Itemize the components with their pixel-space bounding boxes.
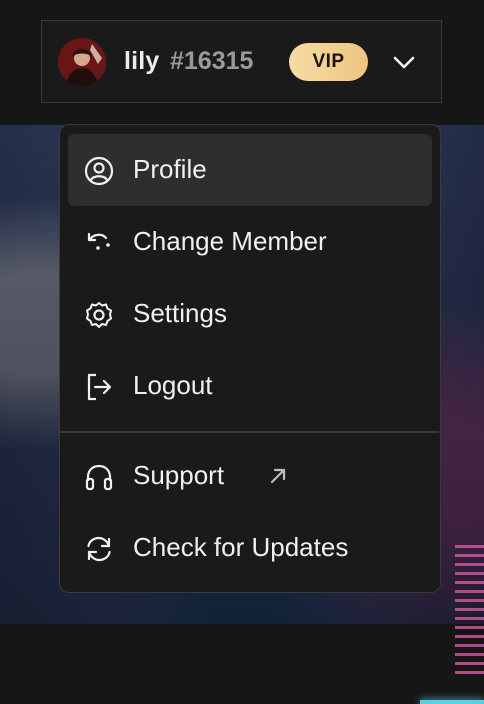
avatar xyxy=(58,38,106,86)
neon-light xyxy=(420,700,484,704)
menu-item-label: Check for Updates xyxy=(133,532,349,562)
top-bar: lily #16315 VIP xyxy=(0,0,484,125)
menu-item-support[interactable]: Support xyxy=(68,440,432,512)
menu-item-settings[interactable]: Settings xyxy=(68,278,432,350)
menu-item-label: Settings xyxy=(133,298,227,328)
menu-item-check-updates[interactable]: Check for Updates xyxy=(68,512,432,584)
undo-arrow-icon xyxy=(84,228,114,258)
menu-divider xyxy=(60,431,439,433)
menu-item-label: Logout xyxy=(133,370,213,400)
menu-item-label: Support xyxy=(133,460,225,490)
logout-icon xyxy=(84,372,114,402)
external-arrow-icon xyxy=(267,465,289,487)
menu-item-logout[interactable]: Logout xyxy=(68,350,432,422)
refresh-icon xyxy=(84,534,114,564)
username: lily xyxy=(124,47,160,75)
menu-item-label: Change Member xyxy=(133,226,327,256)
chevron-down-icon[interactable] xyxy=(391,49,417,75)
vip-badge: VIP xyxy=(289,43,368,81)
user-tag: #16315 xyxy=(170,47,254,75)
menu-item-change-member[interactable]: Change Member xyxy=(68,206,432,278)
account-menu-button[interactable]: lily #16315 VIP xyxy=(41,20,442,103)
account-dropdown-menu: Profile Change Member Settings Logout Su… xyxy=(59,124,441,593)
neon-stripes xyxy=(455,545,484,675)
headphones-icon xyxy=(84,462,114,492)
menu-item-label: Profile xyxy=(133,154,207,184)
user-circle-icon xyxy=(84,156,114,186)
menu-item-profile[interactable]: Profile xyxy=(68,134,432,206)
gear-icon xyxy=(84,300,114,330)
